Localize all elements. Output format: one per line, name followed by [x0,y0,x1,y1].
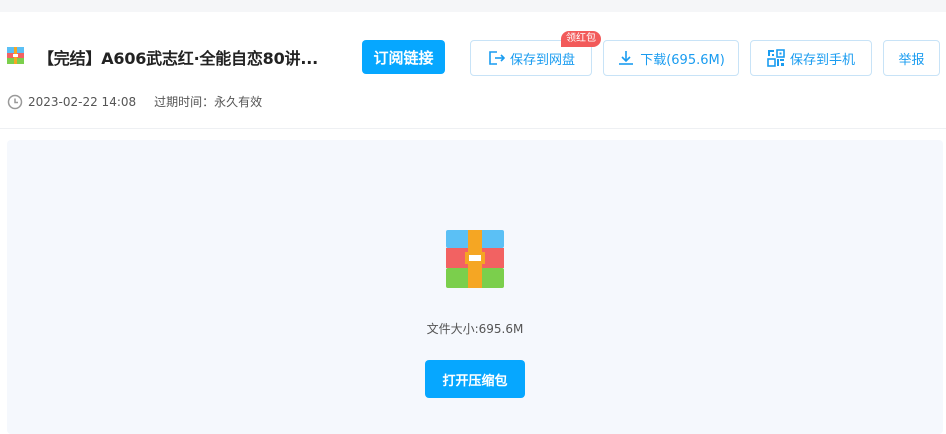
subscribe-link-button[interactable]: 订阅链接 [362,40,445,74]
file-preview-panel: 文件大小:695.6M 打开压缩包 [7,140,943,434]
file-title: 【完结】A606武志红·全能自恋80讲... [38,49,318,68]
open-archive-button[interactable]: 打开压缩包 [425,360,525,398]
archive-icon [7,47,24,64]
report-button[interactable]: 举报 [883,40,940,76]
upload-date: 2023-02-22 14:08 [28,94,137,109]
download-label: 下载(695.6M) [640,52,725,68]
file-meta: 2023-02-22 14:08 过期时间：永久有效 [7,93,262,110]
qr-code-icon [767,49,785,67]
save-to-phone-button[interactable]: 保存到手机 [750,40,872,76]
archive-icon [446,230,504,288]
clock-icon [7,94,23,109]
top-strip [0,0,946,12]
red-packet-badge: 领红包 [561,31,601,47]
file-size: 文件大小:695.6M [426,322,524,336]
save-to-cloud-label: 保存到网盘 [509,52,575,68]
download-button[interactable]: 下载(695.6M) [603,40,739,76]
expiry-time: 过期时间：永久有效 [154,95,263,109]
save-to-phone-label: 保存到手机 [789,52,855,68]
save-to-cloud-icon [489,51,505,65]
download-icon [619,51,634,65]
file-header: 【完结】A606武志红·全能自恋80讲... 订阅链接 保存到网盘 领红包 下载… [0,12,946,129]
